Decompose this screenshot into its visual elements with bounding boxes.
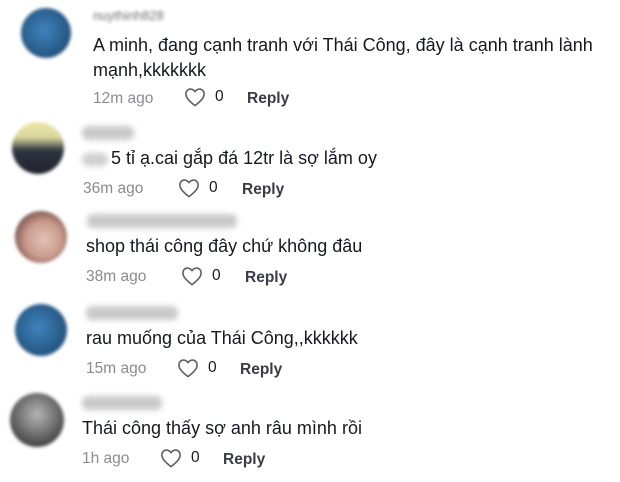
avatar[interactable] <box>15 211 67 263</box>
reply-button[interactable]: Reply <box>247 90 289 108</box>
avatar[interactable] <box>21 8 71 58</box>
timestamp: 12m ago <box>93 90 154 107</box>
reply-button[interactable]: Reply <box>242 181 284 199</box>
username-blurred[interactable] <box>82 396 162 410</box>
like-button[interactable]: 0 <box>177 358 217 378</box>
reply-button[interactable]: Reply <box>223 451 265 469</box>
timestamp: 15m ago <box>86 360 147 377</box>
like-button[interactable]: 0 <box>184 87 224 107</box>
like-count: 0 <box>191 449 200 466</box>
comment-text-line: A minh, đang cạnh tranh với Thái Công, đ… <box>93 35 593 55</box>
mention-blurred <box>82 152 108 166</box>
like-count: 0 <box>209 179 218 196</box>
like-button[interactable]: 0 <box>181 266 221 286</box>
like-count: 0 <box>215 88 224 105</box>
like-count: 0 <box>208 359 217 376</box>
heart-icon <box>182 267 202 286</box>
comment-text-line: 5 tỉ ạ.cai gắp đá 12tr là sợ lắm oy <box>111 148 377 168</box>
timestamp: 1h ago <box>82 450 130 467</box>
avatar[interactable] <box>10 393 64 447</box>
heart-icon <box>179 179 199 198</box>
timestamp: 36m ago <box>83 180 144 197</box>
comment-text: Thái công thấy sợ anh râu mình rồi <box>82 418 362 438</box>
reply-button[interactable]: Reply <box>245 269 287 287</box>
username[interactable]: nuythinh828 <box>93 8 164 23</box>
comment-text: rau muống của Thái Công,,kkkkkk <box>86 328 358 348</box>
like-button[interactable]: 0 <box>160 448 200 468</box>
timestamp: 38m ago <box>86 268 147 285</box>
like-count: 0 <box>212 267 221 284</box>
heart-icon <box>185 88 205 107</box>
username-blurred[interactable] <box>86 306 178 320</box>
avatar[interactable] <box>12 122 64 174</box>
avatar[interactable] <box>15 304 67 356</box>
username-blurred[interactable] <box>82 126 134 140</box>
heart-icon <box>161 449 181 468</box>
heart-icon <box>178 359 198 378</box>
comment-text-line: mạnh,kkkkkkk <box>93 60 207 80</box>
comment-text: 5 tỉ ạ.cai gắp đá 12tr là sợ lắm oy <box>82 146 377 171</box>
username-blurred[interactable] <box>87 214 237 228</box>
comment-text: shop thái công đây chứ không đâu <box>86 236 363 256</box>
like-button[interactable]: 0 <box>178 178 218 198</box>
reply-button[interactable]: Reply <box>240 361 282 379</box>
comment-text: A minh, đang cạnh tranh với Thái Công, đ… <box>93 33 593 83</box>
